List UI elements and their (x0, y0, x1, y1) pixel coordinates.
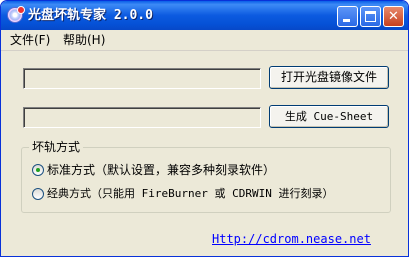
close-icon: ✕ (388, 9, 399, 24)
disc-app-icon[interactable] (7, 6, 25, 23)
close-button[interactable]: ✕ (383, 6, 404, 27)
open-image-button[interactable]: 打开光盘镜像文件 (269, 66, 389, 89)
radio-standard-mode[interactable]: 标准方式（默认设置，兼容多种刻录软件） (32, 162, 275, 178)
menu-help[interactable]: 帮助(H) (63, 33, 105, 48)
minimize-button[interactable] (337, 6, 358, 27)
window-title: 光盘坏轨专家 2.0.0 (28, 8, 153, 23)
radio-button[interactable] (32, 164, 44, 176)
homepage-link[interactable]: Http://cdrom.nease.net (212, 231, 371, 247)
main-window: 光盘坏轨专家 2.0.0 ✕ 文件(F) 帮助(H) 打开光盘镜像文件 生成 C… (0, 0, 409, 257)
radio-label-classic: 经典方式（只能用 FireBurner 或 CDRWIN 进行刻录） (47, 187, 334, 200)
menu-bar: 文件(F) 帮助(H) (1, 30, 408, 51)
title-bar[interactable]: 光盘坏轨专家 2.0.0 ✕ (1, 1, 408, 30)
radio-button[interactable] (32, 188, 44, 200)
maximize-icon (365, 11, 376, 22)
maximize-button[interactable] (360, 6, 381, 27)
radio-classic-mode[interactable]: 经典方式（只能用 FireBurner 或 CDRWIN 进行刻录） (32, 186, 333, 202)
bad-track-mode-group (21, 147, 391, 213)
menu-file[interactable]: 文件(F) (10, 33, 50, 48)
radio-selected-dot (36, 168, 40, 172)
cue-path-field[interactable] (23, 107, 261, 128)
minimize-icon (343, 19, 350, 22)
generate-cue-button[interactable]: 生成 Cue-Sheet (269, 105, 389, 128)
image-path-field[interactable] (23, 68, 261, 89)
radio-label-standard: 标准方式（默认设置，兼容多种刻录软件） (47, 163, 276, 177)
group-legend: 坏轨方式 (29, 140, 84, 154)
